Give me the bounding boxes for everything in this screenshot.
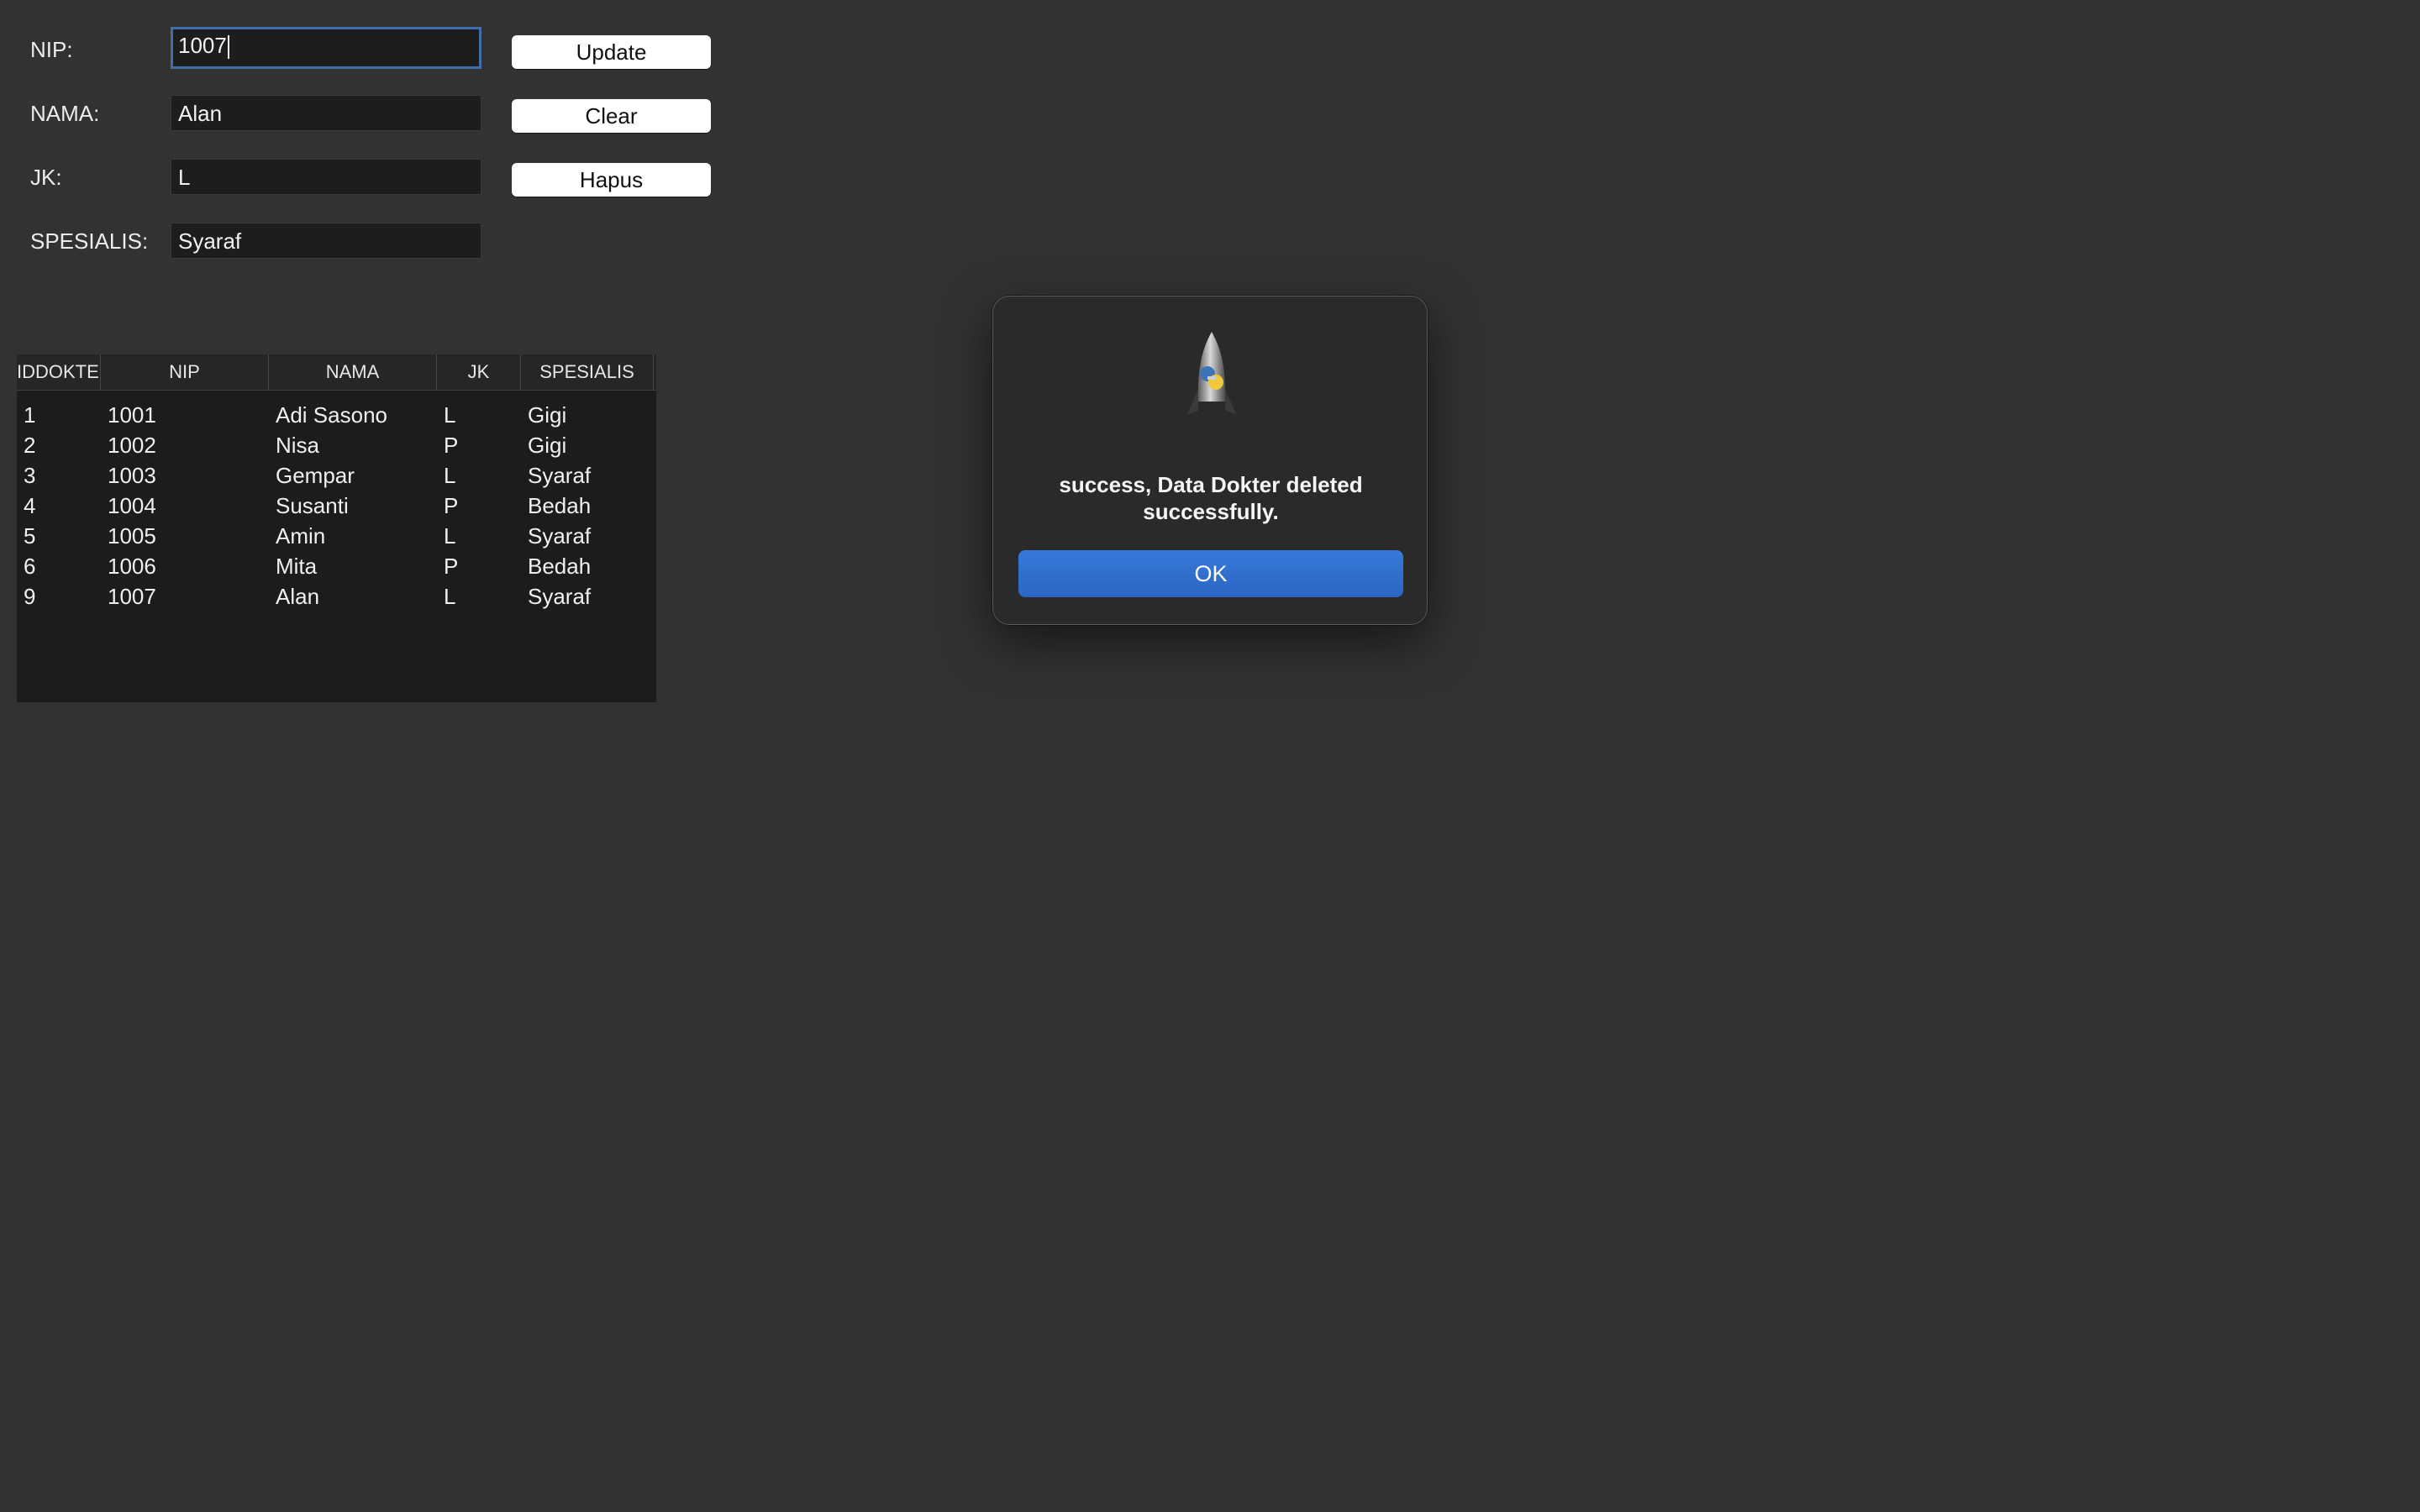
cell-nip: 1007 — [108, 584, 156, 609]
table-header: IDDOKTER NIP NAMA JK SPESIALIS — [17, 354, 656, 391]
cell-jk: P — [444, 433, 459, 458]
cell-spesialis: Syaraf — [528, 523, 592, 549]
nama-field[interactable]: Alan — [171, 95, 481, 131]
jk-field[interactable]: L — [171, 159, 481, 195]
cell-jk: L — [444, 584, 456, 609]
alert-dialog: success, Data Dokter deleted successfull… — [992, 296, 1428, 625]
cell-jk: L — [444, 402, 456, 428]
update-button[interactable]: Update — [512, 35, 711, 69]
cell-nip: 1005 — [108, 523, 156, 549]
clear-button[interactable]: Clear — [512, 99, 711, 133]
table-row[interactable]: 2 1002 Nisa P Gigi — [17, 430, 656, 460]
cell-iddokter: 4 — [24, 493, 36, 518]
column-header-nip[interactable]: NIP — [101, 354, 269, 390]
cell-nip: 1003 — [108, 463, 156, 488]
cell-nama: Adi Sasono — [276, 402, 387, 428]
table-row[interactable]: 5 1005 Amin L Syaraf — [17, 521, 656, 551]
cell-iddokter: 2 — [24, 433, 36, 458]
nip-field[interactable]: 1007 — [171, 27, 481, 69]
hapus-button[interactable]: Hapus — [512, 163, 711, 197]
cell-nip: 1001 — [108, 402, 156, 428]
cell-nama: Gempar — [276, 463, 355, 488]
column-header-jk[interactable]: JK — [437, 354, 521, 390]
cell-spesialis: Gigi — [528, 433, 567, 458]
table-row[interactable]: 1 1001 Adi Sasono L Gigi — [17, 400, 656, 430]
table-row[interactable]: 6 1006 Mita P Bedah — [17, 551, 656, 581]
table-body: 1 1001 Adi Sasono L Gigi 2 1002 Nisa P Gigi 3 1003 G… — [17, 400, 656, 612]
column-header-iddokter[interactable]: IDDOKTER — [17, 354, 101, 390]
cell-nama: Nisa — [276, 433, 320, 458]
cell-nama: Susanti — [276, 493, 349, 518]
jk-value: L — [178, 165, 191, 190]
column-header-spesialis[interactable]: SPESIALIS — [521, 354, 654, 390]
spesialis-field[interactable]: Syaraf — [171, 223, 481, 259]
jk-label: JK: — [30, 165, 62, 190]
cell-nama: Amin — [276, 523, 326, 549]
cell-jk: L — [444, 463, 456, 488]
cell-iddokter: 1 — [24, 402, 36, 428]
cell-spesialis: Syaraf — [528, 463, 592, 488]
cell-spesialis: Bedah — [528, 493, 592, 518]
alert-message: success, Data Dokter deleted successfull… — [1059, 472, 1363, 524]
nip-value: 1007 — [178, 33, 227, 58]
cell-nama: Mita — [276, 554, 318, 579]
cell-jk: P — [444, 493, 459, 518]
cell-nip: 1006 — [108, 554, 156, 579]
cell-jk: L — [444, 523, 456, 549]
spesialis-value: Syaraf — [178, 228, 242, 254]
cell-iddokter: 6 — [24, 554, 36, 579]
cell-iddokter: 5 — [24, 523, 36, 549]
dokter-table[interactable]: IDDOKTER NIP NAMA JK SPESIALIS 1 1001 Adi … — [17, 354, 656, 702]
table-row[interactable]: 3 1003 Gempar L Syaraf — [17, 460, 656, 491]
cell-nama: Alan — [276, 584, 320, 609]
cell-iddokter: 3 — [24, 463, 36, 488]
table-row[interactable]: 4 1004 Susanti P Bedah — [17, 491, 656, 521]
ok-button[interactable]: OK — [1018, 550, 1403, 597]
cell-iddokter: 9 — [24, 584, 36, 609]
table-row[interactable]: 9 1007 Alan L Syaraf — [17, 581, 656, 612]
cell-spesialis: Bedah — [528, 554, 592, 579]
nama-label: NAMA: — [30, 101, 100, 126]
nip-label: NIP: — [30, 37, 73, 62]
spesialis-label: SPESIALIS: — [30, 228, 149, 254]
cell-jk: P — [444, 554, 459, 579]
cell-spesialis: Gigi — [528, 402, 567, 428]
column-header-nama[interactable]: NAMA — [269, 354, 437, 390]
text-caret — [227, 35, 229, 60]
python-rocket-icon — [1182, 330, 1241, 435]
cell-nip: 1002 — [108, 433, 156, 458]
nama-value: Alan — [178, 101, 223, 126]
cell-nip: 1004 — [108, 493, 156, 518]
cell-spesialis: Syaraf — [528, 584, 592, 609]
